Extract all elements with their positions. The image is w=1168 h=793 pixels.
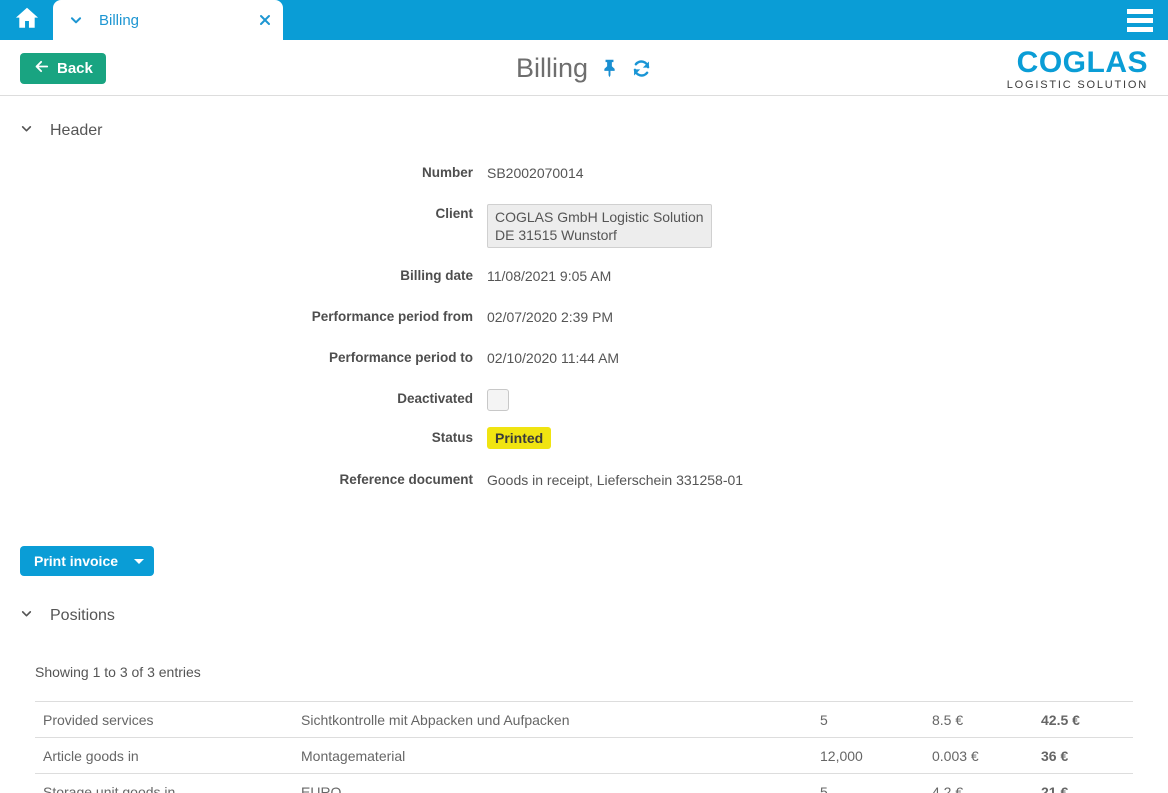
cell-description: Sichtkontrolle mit Abpacken und Aufpacke…	[293, 702, 812, 738]
field-label: Status	[20, 426, 473, 449]
header-form: Number SB2002070014 Client COGLAS GmbH L…	[20, 163, 1148, 490]
cell-type: Storage unit goods in	[35, 774, 293, 793]
status-badge: Printed	[487, 427, 551, 449]
field-label: Deactivated	[20, 389, 473, 409]
field-label: Billing date	[20, 266, 473, 286]
hamburger-menu-icon[interactable]	[1114, 0, 1166, 40]
field-status: Status Printed	[20, 426, 1148, 449]
chevron-down-icon	[20, 122, 33, 140]
page-title: Billing	[516, 53, 588, 84]
client-address-box: COGLAS GmbH Logistic Solution DE 31515 W…	[487, 204, 712, 248]
home-icon	[14, 5, 40, 36]
field-period-from: Performance period from 02/07/2020 2:39 …	[20, 307, 1148, 327]
field-deactivated: Deactivated	[20, 389, 1148, 411]
cell-quantity: 12,000	[812, 738, 924, 774]
field-label: Performance period to	[20, 348, 473, 368]
field-value: 02/10/2020 11:44 AM	[487, 348, 619, 368]
cell-total: 42.5 €	[1033, 702, 1133, 738]
table-row[interactable]: Provided services Sichtkontrolle mit Abp…	[35, 702, 1133, 738]
print-invoice-button-group: Print invoice	[20, 546, 154, 576]
section-header-header[interactable]: Header	[20, 122, 1148, 140]
deactivated-checkbox[interactable]	[487, 389, 509, 411]
section-header-positions[interactable]: Positions	[20, 607, 1148, 625]
field-value: 02/07/2020 2:39 PM	[487, 307, 613, 327]
page-header: Back Billing COGLAS LOGISTIC SOLUTION	[0, 40, 1168, 96]
field-billing-date: Billing date 11/08/2021 9:05 AM	[20, 266, 1148, 286]
refresh-icon[interactable]	[631, 58, 652, 79]
caret-down-icon	[134, 559, 144, 564]
cell-quantity: 5	[812, 774, 924, 793]
tab-label: Billing	[99, 12, 259, 29]
field-number: Number SB2002070014	[20, 163, 1148, 183]
chevron-down-icon	[20, 607, 33, 625]
tab-billing[interactable]: Billing	[53, 0, 283, 40]
close-icon[interactable]	[259, 14, 271, 26]
cell-quantity: 5	[812, 702, 924, 738]
field-label: Reference document	[20, 470, 473, 490]
client-line-1: COGLAS GmbH Logistic Solution	[495, 208, 704, 226]
field-label: Number	[20, 163, 473, 183]
cell-description: Montagematerial	[293, 738, 812, 774]
topbar-spacer	[283, 0, 1114, 40]
field-client: Client COGLAS GmbH Logistic Solution DE …	[20, 204, 1148, 248]
cell-type: Article goods in	[35, 738, 293, 774]
topbar: Billing	[0, 0, 1168, 40]
coglas-logo: COGLAS LOGISTIC SOLUTION	[1007, 48, 1148, 91]
home-button[interactable]	[0, 0, 53, 40]
logo-subtitle: LOGISTIC SOLUTION	[1007, 79, 1148, 91]
logo-title: COGLAS	[1007, 48, 1148, 78]
print-invoice-dropdown-toggle[interactable]	[124, 546, 154, 576]
section-title: Header	[50, 122, 102, 140]
client-line-2: DE 31515 Wunstorf	[495, 226, 704, 244]
cell-description: EURO	[293, 774, 812, 793]
section-title: Positions	[50, 607, 115, 625]
cell-unit-price: 4.2 €	[924, 774, 1033, 793]
cell-unit-price: 8.5 €	[924, 702, 1033, 738]
print-invoice-button[interactable]: Print invoice	[20, 546, 124, 576]
cell-total: 21 €	[1033, 774, 1133, 793]
chevron-down-icon[interactable]	[69, 13, 83, 27]
cell-unit-price: 0.003 €	[924, 738, 1033, 774]
cell-total: 36 €	[1033, 738, 1133, 774]
field-period-to: Performance period to 02/10/2020 11:44 A…	[20, 348, 1148, 368]
table-row[interactable]: Article goods in Montagematerial 12,000 …	[35, 738, 1133, 774]
field-value: SB2002070014	[487, 163, 584, 183]
positions-table: Provided services Sichtkontrolle mit Abp…	[35, 701, 1133, 793]
table-row[interactable]: Storage unit goods in EURO 5 4.2 € 21 €	[35, 774, 1133, 793]
cell-type: Provided services	[35, 702, 293, 738]
field-label: Performance period from	[20, 307, 473, 327]
pin-icon[interactable]	[600, 59, 619, 78]
field-label: Client	[20, 204, 473, 224]
field-reference-document: Reference document Goods in receipt, Lie…	[20, 470, 1148, 490]
table-summary: Showing 1 to 3 of 3 entries	[35, 664, 1133, 680]
field-value: 11/08/2021 9:05 AM	[487, 266, 611, 286]
field-value: Goods in receipt, Lieferschein 331258-01	[487, 470, 743, 490]
